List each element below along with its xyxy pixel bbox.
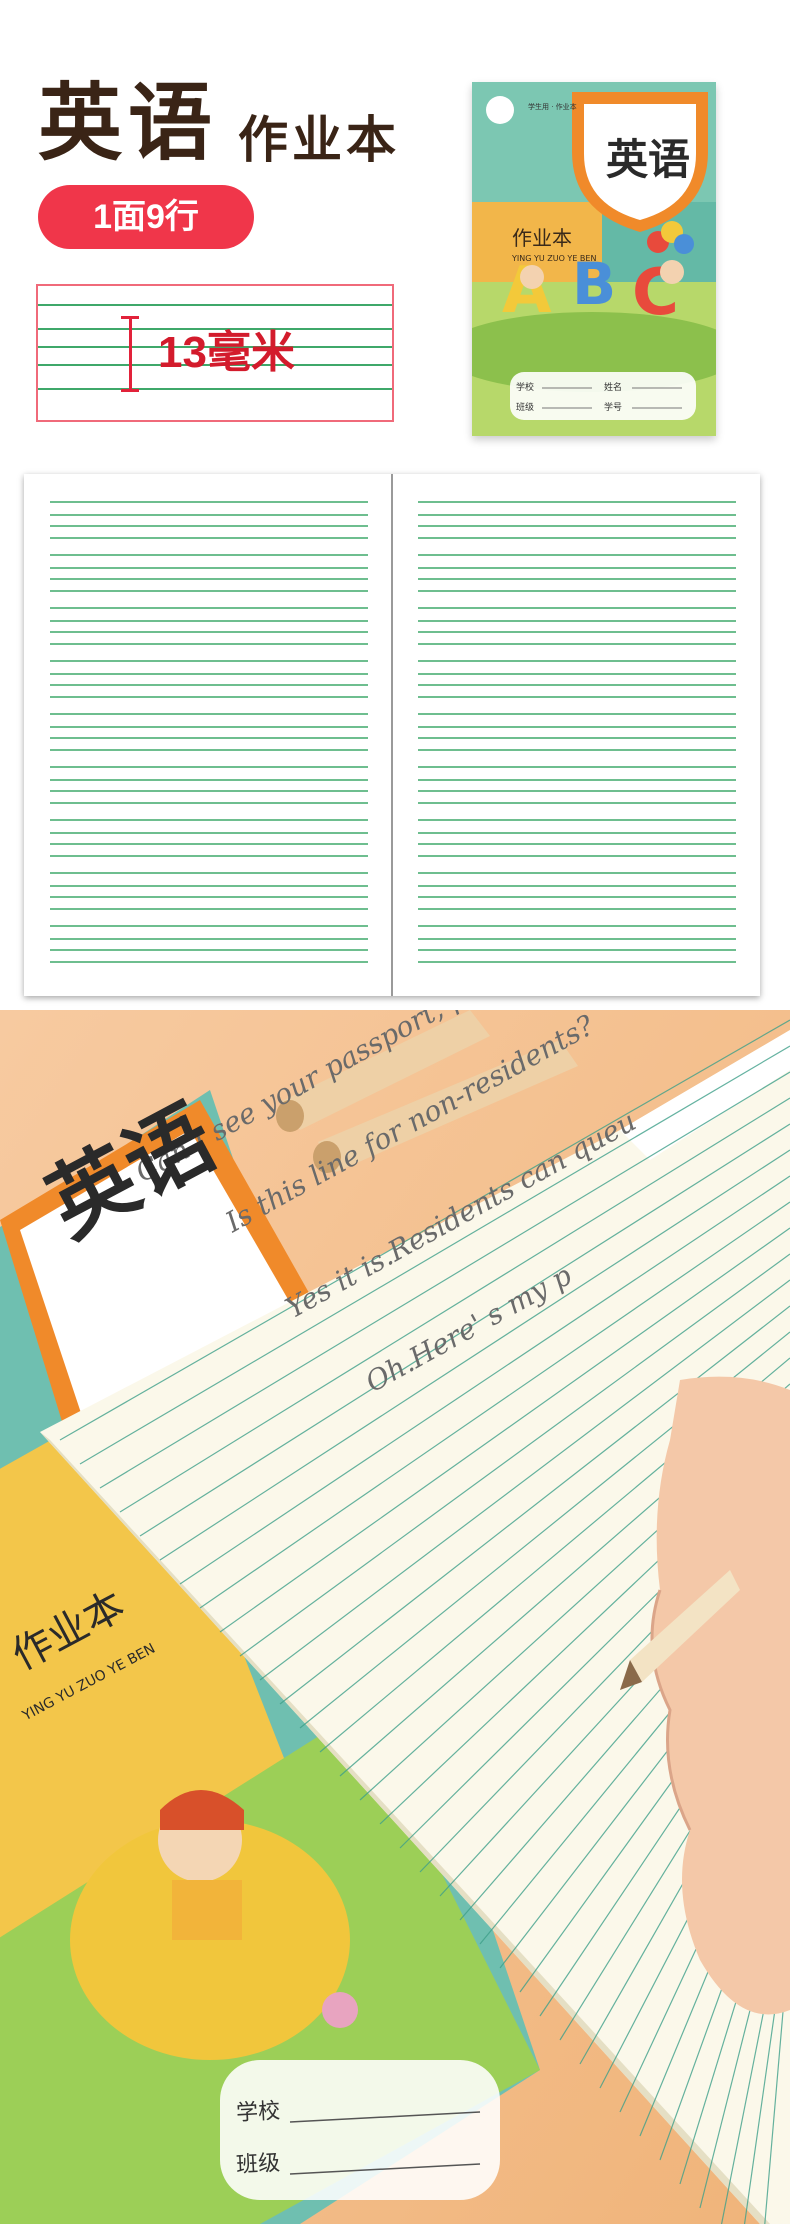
measure-bar [129,316,132,392]
notebook-inner-spread [24,474,760,996]
cover-field-school: 学校 [516,383,535,393]
product-photo: Can I see your passport, please? Is this… [0,1010,790,2224]
measure-cap [121,316,139,319]
cover-field-class: 班级 [516,403,535,413]
cover-field-name: 姓名 [604,383,623,393]
cover-title: 英语 [605,135,690,184]
photo-field-school: 学校 [235,2098,281,2127]
left-page-lines [50,501,368,963]
spacing-label: 13毫米 [158,328,295,377]
cover-subtitle: 作业本 [512,226,572,250]
line-spacing-sample: 13毫米 [36,284,394,422]
page-subtitle: 作业本 [238,111,400,169]
cover-field-number: 学号 [604,403,623,413]
sample-line [38,388,392,390]
sample-line [38,304,392,306]
svg-text:A: A [502,254,552,328]
page-title: 英语 [38,73,219,172]
cover-pinyin: YING YU ZUO YE BEN [512,254,597,263]
photo-field-class: 班级 [235,2150,281,2179]
right-page-lines [418,501,736,963]
lines-per-page-badge: 1面9行 [38,185,254,249]
notebook-cover-image: A B C 英语 作业本 YING YU ZUO YE BEN 学生用 · 作业… [472,82,716,436]
measure-cap [121,389,139,392]
cover-top-text: 学生用 · 作业本 [528,103,577,111]
page-fold [391,474,393,996]
